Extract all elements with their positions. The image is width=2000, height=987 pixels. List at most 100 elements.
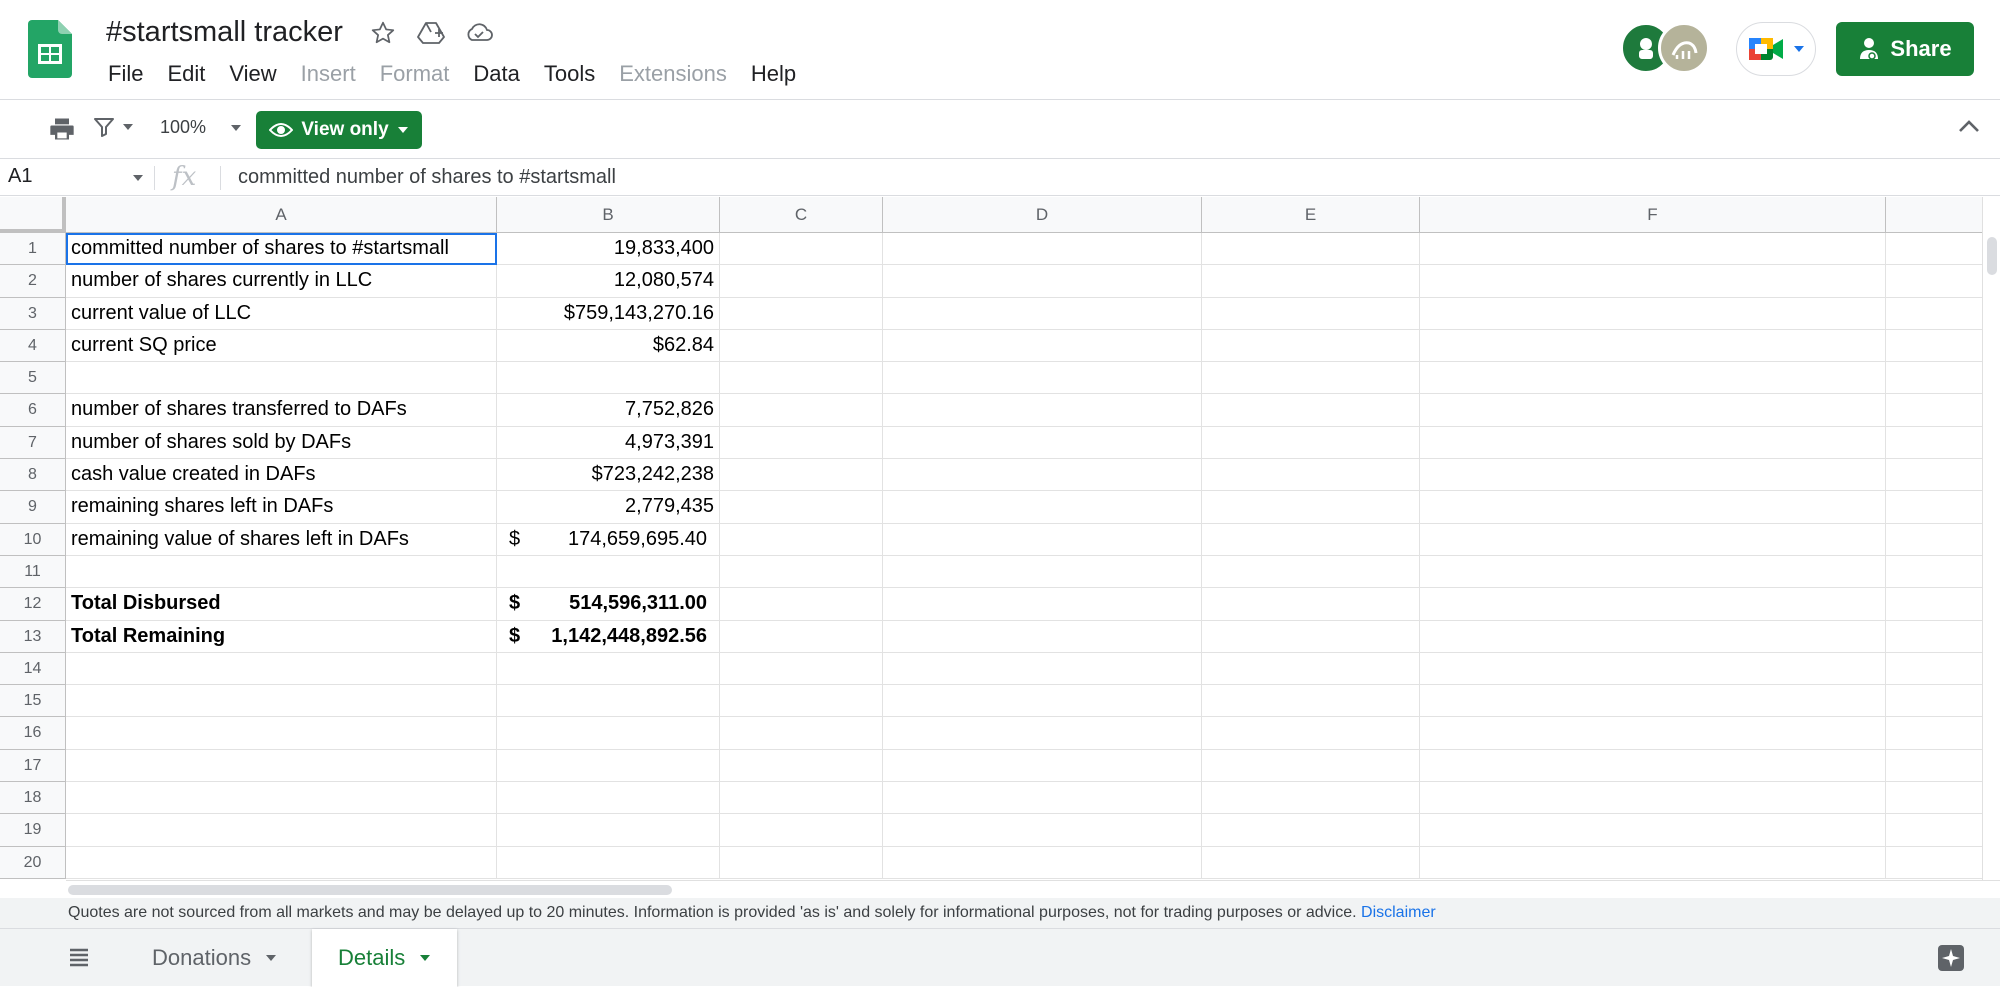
cell-g[interactable] [1886, 394, 1982, 427]
cell-c[interactable] [720, 426, 883, 460]
row-header[interactable]: 9 [0, 491, 65, 524]
cell-a[interactable]: number of shares transferred to DAFs [66, 394, 497, 427]
cell-d[interactable] [883, 394, 1202, 427]
cell-f[interactable] [1420, 491, 1886, 524]
column-header-c[interactable]: C [720, 197, 883, 233]
cell-a[interactable]: Total Disbursed [66, 588, 497, 621]
row-header[interactable]: 10 [0, 524, 65, 556]
row-header[interactable]: 20 [0, 847, 65, 879]
row-header[interactable]: 2 [0, 265, 65, 298]
row-header[interactable]: 19 [0, 814, 65, 847]
cell-b[interactable] [497, 749, 720, 783]
cell-d[interactable] [883, 362, 1202, 395]
scroll-thumb[interactable] [68, 885, 672, 895]
select-all-corner[interactable] [0, 197, 66, 233]
document-title[interactable]: #startsmall tracker [106, 16, 343, 49]
cell-a[interactable]: remaining shares left in DAFs [66, 491, 497, 524]
cell-g[interactable] [1886, 362, 1982, 395]
cell-g[interactable] [1886, 782, 1982, 815]
cell-g[interactable] [1886, 298, 1982, 330]
cell-b[interactable]: 4,973,391 [497, 426, 720, 460]
column-header-e[interactable]: E [1202, 197, 1420, 233]
cell-g[interactable] [1886, 233, 1982, 266]
cell-a[interactable] [66, 685, 497, 718]
cell-c[interactable] [720, 265, 883, 298]
row-header[interactable]: 7 [0, 427, 65, 460]
menu-edit[interactable]: Edit [155, 60, 217, 88]
cell-f[interactable] [1420, 685, 1886, 718]
cell-e[interactable] [1202, 814, 1420, 847]
cell-d[interactable] [883, 620, 1202, 653]
sheet-tab-details[interactable]: Details [312, 929, 458, 987]
cell-g[interactable] [1886, 847, 1982, 879]
cell-f[interactable] [1420, 620, 1886, 653]
avatar[interactable] [1658, 22, 1710, 74]
zoom-select[interactable]: 100% [160, 117, 242, 138]
cell-c[interactable] [720, 685, 883, 718]
cell-e[interactable] [1202, 297, 1420, 330]
menu-extensions[interactable]: Extensions [607, 60, 739, 88]
cell-g[interactable] [1886, 459, 1982, 492]
cell-e[interactable] [1202, 329, 1420, 363]
cell-g[interactable] [1886, 427, 1982, 460]
view-only-button[interactable]: View only [256, 111, 422, 149]
cell-c[interactable] [720, 555, 883, 589]
cell-b[interactable] [497, 814, 720, 847]
cell-g[interactable] [1886, 621, 1982, 653]
row-header[interactable]: 11 [0, 556, 65, 589]
cell-g[interactable] [1886, 653, 1982, 686]
all-sheets-icon[interactable] [68, 947, 90, 972]
cell-g[interactable] [1886, 265, 1982, 298]
cell-d[interactable] [883, 814, 1202, 847]
row-header[interactable]: 16 [0, 717, 65, 750]
cell-e[interactable] [1202, 685, 1420, 718]
cell-f[interactable] [1420, 814, 1886, 847]
chevron-down-icon[interactable] [132, 174, 144, 182]
cell-a[interactable] [66, 749, 497, 783]
cell-d[interactable] [883, 588, 1202, 621]
cell-c[interactable] [720, 588, 883, 621]
cell-b[interactable]: $759,143,270.16 [497, 297, 720, 330]
cell-a[interactable]: committed number of shares to #startsmal… [66, 233, 497, 266]
cell-c[interactable] [720, 749, 883, 783]
cell-b[interactable]: $62.84 [497, 329, 720, 363]
cell-e[interactable] [1202, 620, 1420, 653]
cell-a[interactable]: Total Remaining [66, 620, 497, 653]
cell-b[interactable]: $1,142,448,892.56 [497, 620, 720, 653]
cell-g[interactable] [1886, 717, 1982, 750]
cell-g[interactable] [1886, 750, 1982, 783]
cell-a[interactable]: current value of LLC [66, 297, 497, 330]
cell-a[interactable]: remaining value of shares left in DAFs [66, 523, 497, 556]
column-header-b[interactable]: B [497, 197, 720, 233]
column-header-d[interactable]: D [883, 197, 1202, 233]
cell-d[interactable] [883, 523, 1202, 556]
cell-a[interactable] [66, 652, 497, 686]
cell-b[interactable]: $514,596,311.00 [497, 588, 720, 621]
row-header[interactable]: 13 [0, 621, 65, 653]
cell-g[interactable] [1886, 491, 1982, 524]
column-header-f[interactable]: F [1420, 197, 1886, 233]
cell-a[interactable]: current SQ price [66, 329, 497, 363]
cell-f[interactable] [1420, 782, 1886, 815]
row-header[interactable]: 1 [0, 233, 65, 266]
share-button[interactable]: Share [1836, 22, 1974, 76]
cell-a[interactable] [66, 555, 497, 589]
row-header[interactable]: 12 [0, 588, 65, 621]
cell-f[interactable] [1420, 588, 1886, 621]
scroll-thumb[interactable] [1987, 237, 1997, 275]
cloud-saved-icon[interactable] [464, 18, 494, 48]
row-header[interactable]: 18 [0, 782, 65, 815]
cell-d[interactable] [883, 459, 1202, 492]
cell-g[interactable] [1886, 330, 1982, 363]
cell-f[interactable] [1420, 717, 1886, 750]
cell-f[interactable] [1420, 297, 1886, 330]
column-header-a[interactable]: A [66, 197, 497, 233]
cell-f[interactable] [1420, 329, 1886, 363]
cell-d[interactable] [883, 846, 1202, 879]
cell-d[interactable] [883, 426, 1202, 460]
cell-b[interactable]: 7,752,826 [497, 394, 720, 427]
cell-a[interactable]: cash value created in DAFs [66, 459, 497, 492]
cell-g[interactable] [1886, 556, 1982, 589]
cell-c[interactable] [720, 362, 883, 395]
cell-g[interactable] [1886, 685, 1982, 718]
